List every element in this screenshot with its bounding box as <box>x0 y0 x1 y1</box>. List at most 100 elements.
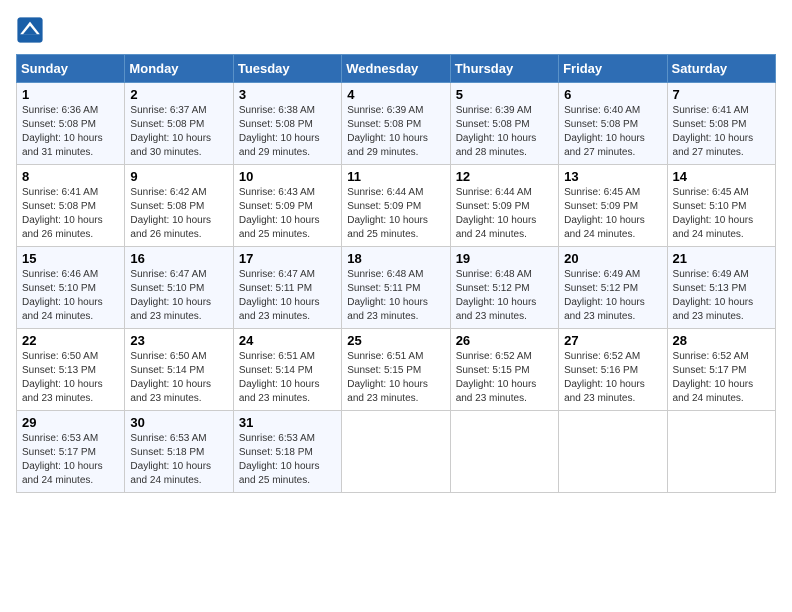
calendar-cell: 3 Sunrise: 6:38 AM Sunset: 5:08 PM Dayli… <box>233 83 341 165</box>
calendar-cell: 13 Sunrise: 6:45 AM Sunset: 5:09 PM Dayl… <box>559 165 667 247</box>
day-number: 11 <box>347 169 444 184</box>
day-info: Sunrise: 6:46 AM Sunset: 5:10 PM Dayligh… <box>22 268 119 324</box>
day-info: Sunrise: 6:51 AM Sunset: 5:15 PM Dayligh… <box>347 350 444 406</box>
calendar-cell: 23 Sunrise: 6:50 AM Sunset: 5:14 PM Dayl… <box>125 329 233 411</box>
calendar-week-3: 15 Sunrise: 6:46 AM Sunset: 5:10 PM Dayl… <box>17 247 776 329</box>
calendar-cell: 19 Sunrise: 6:48 AM Sunset: 5:12 PM Dayl… <box>450 247 558 329</box>
day-info: Sunrise: 6:52 AM Sunset: 5:16 PM Dayligh… <box>564 350 661 406</box>
day-number: 15 <box>22 251 119 266</box>
day-number: 7 <box>673 87 770 102</box>
col-header-thursday: Thursday <box>450 55 558 83</box>
day-info: Sunrise: 6:47 AM Sunset: 5:11 PM Dayligh… <box>239 268 336 324</box>
day-number: 8 <box>22 169 119 184</box>
logo-icon <box>16 16 44 44</box>
calendar-cell: 4 Sunrise: 6:39 AM Sunset: 5:08 PM Dayli… <box>342 83 450 165</box>
calendar-cell: 10 Sunrise: 6:43 AM Sunset: 5:09 PM Dayl… <box>233 165 341 247</box>
col-header-tuesday: Tuesday <box>233 55 341 83</box>
calendar-cell: 16 Sunrise: 6:47 AM Sunset: 5:10 PM Dayl… <box>125 247 233 329</box>
col-header-monday: Monday <box>125 55 233 83</box>
day-info: Sunrise: 6:39 AM Sunset: 5:08 PM Dayligh… <box>456 104 553 160</box>
logo <box>16 16 48 44</box>
day-number: 28 <box>673 333 770 348</box>
day-number: 16 <box>130 251 227 266</box>
calendar-table: SundayMondayTuesdayWednesdayThursdayFrid… <box>16 54 776 493</box>
calendar-cell <box>342 411 450 493</box>
calendar-cell: 1 Sunrise: 6:36 AM Sunset: 5:08 PM Dayli… <box>17 83 125 165</box>
day-number: 17 <box>239 251 336 266</box>
calendar-week-4: 22 Sunrise: 6:50 AM Sunset: 5:13 PM Dayl… <box>17 329 776 411</box>
day-info: Sunrise: 6:53 AM Sunset: 5:18 PM Dayligh… <box>130 432 227 488</box>
day-number: 31 <box>239 415 336 430</box>
calendar-cell: 6 Sunrise: 6:40 AM Sunset: 5:08 PM Dayli… <box>559 83 667 165</box>
calendar-cell: 26 Sunrise: 6:52 AM Sunset: 5:15 PM Dayl… <box>450 329 558 411</box>
day-info: Sunrise: 6:50 AM Sunset: 5:14 PM Dayligh… <box>130 350 227 406</box>
col-header-saturday: Saturday <box>667 55 775 83</box>
day-number: 27 <box>564 333 661 348</box>
calendar-cell: 11 Sunrise: 6:44 AM Sunset: 5:09 PM Dayl… <box>342 165 450 247</box>
calendar-cell: 31 Sunrise: 6:53 AM Sunset: 5:18 PM Dayl… <box>233 411 341 493</box>
day-info: Sunrise: 6:39 AM Sunset: 5:08 PM Dayligh… <box>347 104 444 160</box>
day-number: 19 <box>456 251 553 266</box>
day-number: 23 <box>130 333 227 348</box>
calendar-cell: 18 Sunrise: 6:48 AM Sunset: 5:11 PM Dayl… <box>342 247 450 329</box>
calendar-cell <box>450 411 558 493</box>
day-info: Sunrise: 6:52 AM Sunset: 5:17 PM Dayligh… <box>673 350 770 406</box>
day-number: 22 <box>22 333 119 348</box>
day-info: Sunrise: 6:37 AM Sunset: 5:08 PM Dayligh… <box>130 104 227 160</box>
day-info: Sunrise: 6:40 AM Sunset: 5:08 PM Dayligh… <box>564 104 661 160</box>
calendar-cell: 22 Sunrise: 6:50 AM Sunset: 5:13 PM Dayl… <box>17 329 125 411</box>
col-header-wednesday: Wednesday <box>342 55 450 83</box>
day-number: 24 <box>239 333 336 348</box>
calendar-cell <box>667 411 775 493</box>
col-header-sunday: Sunday <box>17 55 125 83</box>
calendar-cell: 7 Sunrise: 6:41 AM Sunset: 5:08 PM Dayli… <box>667 83 775 165</box>
day-info: Sunrise: 6:51 AM Sunset: 5:14 PM Dayligh… <box>239 350 336 406</box>
calendar-cell: 25 Sunrise: 6:51 AM Sunset: 5:15 PM Dayl… <box>342 329 450 411</box>
day-info: Sunrise: 6:41 AM Sunset: 5:08 PM Dayligh… <box>22 186 119 242</box>
day-info: Sunrise: 6:44 AM Sunset: 5:09 PM Dayligh… <box>456 186 553 242</box>
calendar-cell: 20 Sunrise: 6:49 AM Sunset: 5:12 PM Dayl… <box>559 247 667 329</box>
day-number: 5 <box>456 87 553 102</box>
calendar-cell: 29 Sunrise: 6:53 AM Sunset: 5:17 PM Dayl… <box>17 411 125 493</box>
day-info: Sunrise: 6:50 AM Sunset: 5:13 PM Dayligh… <box>22 350 119 406</box>
calendar-cell: 15 Sunrise: 6:46 AM Sunset: 5:10 PM Dayl… <box>17 247 125 329</box>
day-number: 4 <box>347 87 444 102</box>
calendar-week-2: 8 Sunrise: 6:41 AM Sunset: 5:08 PM Dayli… <box>17 165 776 247</box>
day-number: 29 <box>22 415 119 430</box>
day-info: Sunrise: 6:48 AM Sunset: 5:11 PM Dayligh… <box>347 268 444 324</box>
calendar-week-5: 29 Sunrise: 6:53 AM Sunset: 5:17 PM Dayl… <box>17 411 776 493</box>
day-number: 20 <box>564 251 661 266</box>
day-info: Sunrise: 6:42 AM Sunset: 5:08 PM Dayligh… <box>130 186 227 242</box>
day-info: Sunrise: 6:47 AM Sunset: 5:10 PM Dayligh… <box>130 268 227 324</box>
day-number: 25 <box>347 333 444 348</box>
calendar-cell: 14 Sunrise: 6:45 AM Sunset: 5:10 PM Dayl… <box>667 165 775 247</box>
day-number: 13 <box>564 169 661 184</box>
day-number: 14 <box>673 169 770 184</box>
day-info: Sunrise: 6:52 AM Sunset: 5:15 PM Dayligh… <box>456 350 553 406</box>
page-header <box>16 16 776 44</box>
day-info: Sunrise: 6:38 AM Sunset: 5:08 PM Dayligh… <box>239 104 336 160</box>
day-info: Sunrise: 6:53 AM Sunset: 5:18 PM Dayligh… <box>239 432 336 488</box>
day-number: 9 <box>130 169 227 184</box>
day-number: 10 <box>239 169 336 184</box>
calendar-cell: 30 Sunrise: 6:53 AM Sunset: 5:18 PM Dayl… <box>125 411 233 493</box>
calendar-cell: 2 Sunrise: 6:37 AM Sunset: 5:08 PM Dayli… <box>125 83 233 165</box>
day-info: Sunrise: 6:49 AM Sunset: 5:12 PM Dayligh… <box>564 268 661 324</box>
calendar-week-1: 1 Sunrise: 6:36 AM Sunset: 5:08 PM Dayli… <box>17 83 776 165</box>
day-info: Sunrise: 6:41 AM Sunset: 5:08 PM Dayligh… <box>673 104 770 160</box>
calendar-cell <box>559 411 667 493</box>
day-number: 26 <box>456 333 553 348</box>
day-info: Sunrise: 6:49 AM Sunset: 5:13 PM Dayligh… <box>673 268 770 324</box>
day-number: 1 <box>22 87 119 102</box>
calendar-cell: 8 Sunrise: 6:41 AM Sunset: 5:08 PM Dayli… <box>17 165 125 247</box>
calendar-cell: 24 Sunrise: 6:51 AM Sunset: 5:14 PM Dayl… <box>233 329 341 411</box>
day-info: Sunrise: 6:43 AM Sunset: 5:09 PM Dayligh… <box>239 186 336 242</box>
day-info: Sunrise: 6:48 AM Sunset: 5:12 PM Dayligh… <box>456 268 553 324</box>
day-info: Sunrise: 6:44 AM Sunset: 5:09 PM Dayligh… <box>347 186 444 242</box>
calendar-cell: 9 Sunrise: 6:42 AM Sunset: 5:08 PM Dayli… <box>125 165 233 247</box>
calendar-cell: 17 Sunrise: 6:47 AM Sunset: 5:11 PM Dayl… <box>233 247 341 329</box>
day-info: Sunrise: 6:36 AM Sunset: 5:08 PM Dayligh… <box>22 104 119 160</box>
day-number: 21 <box>673 251 770 266</box>
day-info: Sunrise: 6:53 AM Sunset: 5:17 PM Dayligh… <box>22 432 119 488</box>
day-number: 6 <box>564 87 661 102</box>
